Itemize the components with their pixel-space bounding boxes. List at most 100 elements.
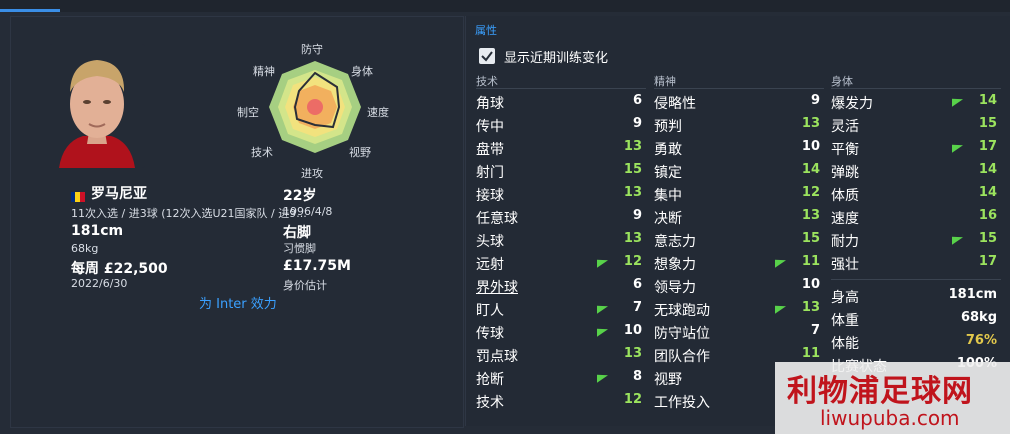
checkmark-icon [481,51,493,62]
attribute-name: 勇敢 [654,142,682,158]
attribute-value: 14 [801,162,820,177]
player-photo [49,44,145,168]
attribute-row[interactable]: 头球 13 [476,229,646,251]
attribute-row[interactable]: 耐力 15 [831,229,1001,251]
attribute-row[interactable]: 盯人 7 [476,298,646,320]
attribute-row[interactable]: 侵略性 9 [654,91,824,113]
attribute-name: 抢断 [476,372,504,388]
attribute-value: 13 [623,185,642,200]
attribute-row[interactable]: 灵活 15 [831,114,1001,136]
attribute-row[interactable]: 角球 6 [476,91,646,113]
attribute-name: 体质 [831,188,859,204]
attribute-value: 16 [978,208,997,223]
attribute-row[interactable]: 意志力 15 [654,229,824,251]
attribute-name: 任意球 [476,211,518,227]
attribute-name: 罚点球 [476,349,518,365]
attribute-value: 7 [810,323,820,338]
attribute-row[interactable]: 射门 15 [476,160,646,182]
column-title-mental: 精神 [654,75,676,88]
attribute-value: 6 [632,277,642,292]
attribute-value: 13 [801,208,820,223]
attribute-name: 传中 [476,119,504,135]
attribute-row[interactable]: 预判 13 [654,114,824,136]
attribute-row[interactable]: 速度 16 [831,206,1001,228]
attribute-value: 13 [801,300,820,315]
attribute-row[interactable]: 强壮 17 [831,252,1001,274]
club-link[interactable]: 为 Inter 效力 [199,293,277,312]
attribute-row[interactable]: 爆发力 14 [831,91,1001,113]
attribute-name: 爆发力 [831,96,873,112]
attribute-name: 平衡 [831,142,859,158]
improvement-arrow-icon [952,141,963,153]
attribute-value: 17 [978,139,997,154]
attribute-row[interactable]: 远射 12 [476,252,646,274]
weight-value: 68kg [71,242,99,255]
attribute-row[interactable]: 抢断 8 [476,367,646,389]
attribute-row[interactable]: 传中 9 [476,114,646,136]
attribute-row[interactable]: 镇定 14 [654,160,824,182]
attribute-name: 盯人 [476,303,504,319]
attribute-value: 6 [632,93,642,108]
attributes-section-title: 属性 [475,24,497,37]
attribute-name: 头球 [476,234,504,250]
attribute-row[interactable]: 领导力 10 [654,275,824,297]
attribute-value: 11 [801,346,820,361]
attribute-value: 15 [978,231,997,246]
attribute-row[interactable]: 技术 12 [476,390,646,412]
player-profile-panel: 防守 身体 速度 视野 进攻 技术 制空 精神 罗马尼亚 11次入选 / 进3球… [10,16,464,428]
attribute-name: 速度 [831,211,859,227]
attribute-row[interactable]: 接球 13 [476,183,646,205]
improvement-arrow-icon [952,95,963,107]
attribute-row[interactable]: 平衡 17 [831,137,1001,159]
attribute-name: 角球 [476,96,504,112]
attribute-radar-chart [269,61,361,153]
show-training-checkbox[interactable] [479,48,495,64]
improvement-arrow-icon [597,325,608,337]
attribute-value: 12 [623,254,642,269]
attribute-row[interactable]: 无球跑动 13 [654,298,824,320]
attribute-name: 决断 [654,211,682,227]
attribute-name: 界外球 [476,280,518,296]
attribute-row[interactable]: 弹跳 14 [831,160,1001,182]
attribute-name: 视野 [654,372,682,388]
attribute-row[interactable]: 决断 13 [654,206,824,228]
attribute-value: 9 [632,116,642,131]
improvement-arrow-icon [952,233,963,245]
radar-label-vision: 视野 [349,146,371,159]
improvement-arrow-icon [775,256,786,268]
contract-end: 2022/6/30 [71,277,128,290]
attribute-row[interactable]: 勇敢 10 [654,137,824,159]
attribute-row[interactable]: 防守站位 7 [654,321,824,343]
attribute-value: 13 [623,346,642,361]
attribute-name: 想象力 [654,257,696,273]
attribute-value: 10 [801,277,820,292]
physical-info-row: 体重 68kg [831,308,1001,330]
attribute-row[interactable]: 罚点球 13 [476,344,646,366]
attribute-name: 远射 [476,257,504,273]
physical-extra-divider [831,279,1001,280]
attribute-row[interactable]: 任意球 9 [476,206,646,228]
physical-info-value: 76% [965,333,997,348]
attribute-row[interactable]: 盘带 13 [476,137,646,159]
column-divider-technical [476,88,646,89]
attribute-name: 无球跑动 [654,303,710,319]
attribute-row[interactable]: 想象力 11 [654,252,824,274]
attribute-name: 意志力 [654,234,696,250]
attribute-name: 预判 [654,119,682,135]
attribute-value: 15 [801,231,820,246]
attribute-value: 8 [632,369,642,384]
attribute-value: 9 [810,93,820,108]
column-title-physical: 身体 [831,75,853,88]
attribute-name: 弹跳 [831,165,859,181]
attribute-name: 接球 [476,188,504,204]
nationality: 罗马尼亚 [91,186,147,202]
attribute-row[interactable]: 界外球 6 [476,275,646,297]
attribute-value: 7 [632,300,642,315]
preferred-foot: 右脚 [283,225,311,241]
attribute-row[interactable]: 体质 14 [831,183,1001,205]
show-training-label[interactable]: 显示近期训练变化 [504,47,608,66]
attribute-name: 传球 [476,326,504,342]
improvement-arrow-icon [597,302,608,314]
attribute-row[interactable]: 集中 12 [654,183,824,205]
attribute-row[interactable]: 传球 10 [476,321,646,343]
